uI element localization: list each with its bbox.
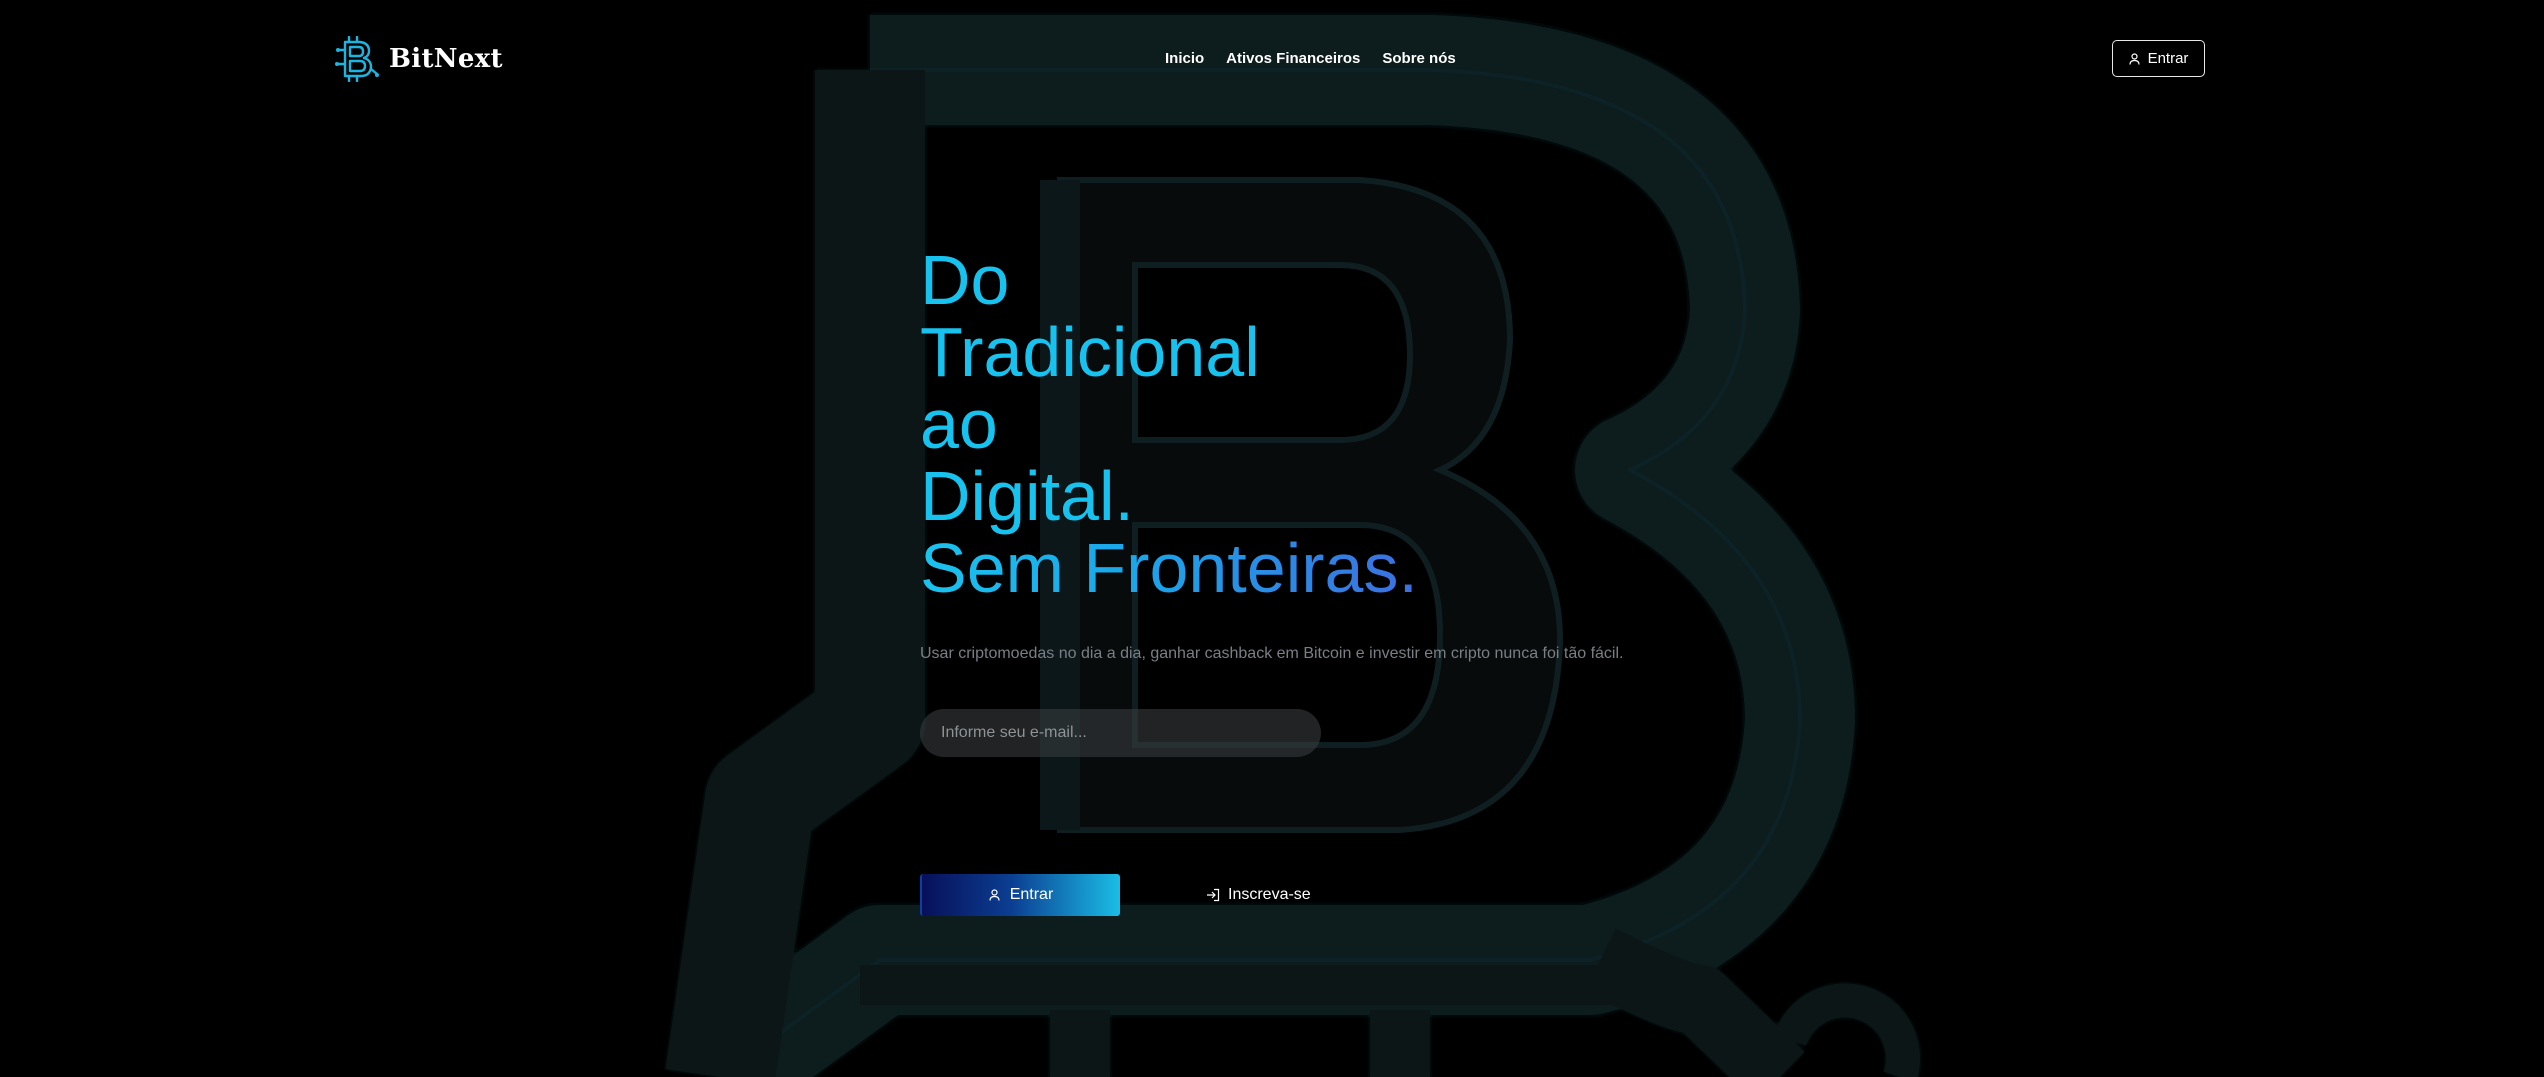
hero-title: Do Tradicional ao Digital. Sem Fronteira… <box>920 244 1418 604</box>
main-nav: Inicio Ativos Financeiros Sobre nós <box>1165 50 1456 67</box>
user-icon <box>989 889 1000 901</box>
header-login-button[interactable]: Entrar <box>2112 40 2205 77</box>
hero-title-line: ao <box>920 385 998 463</box>
hero-login-button[interactable]: Entrar <box>920 874 1120 916</box>
hero-title-line: Sem Fronteiras. <box>920 529 1418 607</box>
header-login-label: Entrar <box>2147 50 2189 67</box>
nav-item-inicio[interactable]: Inicio <box>1165 50 1204 67</box>
hero-title-line: Tradicional <box>920 313 1260 391</box>
nav-item-sobre-nos[interactable]: Sobre nós <box>1382 50 1455 67</box>
sign-in-icon <box>1207 888 1220 902</box>
brand-name: BitNext <box>389 44 503 74</box>
signup-button[interactable]: Inscreva-se <box>1206 874 1311 916</box>
user-icon <box>2128 52 2140 65</box>
signup-label: Inscreva-se <box>1228 886 1311 903</box>
hero-login-label: Entrar <box>1009 886 1054 903</box>
hero-subtitle: Usar criptomoedas no dia a dia, ganhar c… <box>920 645 1624 662</box>
hero-title-line: Digital. <box>920 457 1134 535</box>
nav-item-ativos-financeiros[interactable]: Ativos Financeiros <box>1226 50 1360 67</box>
landing-page: BitNext Inicio Ativos Financeiros Sobre … <box>0 0 2544 1077</box>
bitcoin-b-circuit-icon <box>335 36 379 82</box>
hero-title-line: Do <box>920 241 1010 319</box>
email-input[interactable] <box>920 709 1321 757</box>
brand-logo[interactable]: BitNext <box>335 36 503 82</box>
